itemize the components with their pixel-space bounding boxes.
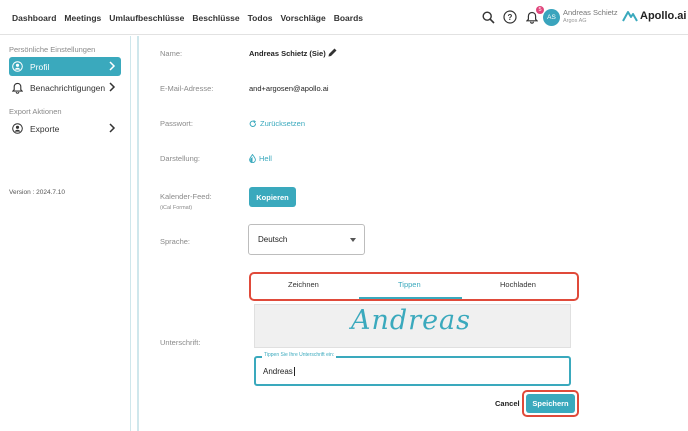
sidebar-item-label: Benachrichtigungen [30,82,106,93]
calendar-sublabel: (iCal Format) [160,205,193,211]
signature-preview: Andreas [254,304,571,348]
contrast-drop-icon [249,154,256,163]
tab-tippen[interactable]: Tippen [398,280,421,289]
calendar-label: Kalender-Feed: [160,192,212,201]
refresh-icon [249,119,256,127]
language-value: Deutsch [258,235,288,244]
signature-input-text-wrap: Andreas [263,367,295,377]
sidebar-item-exporte[interactable]: Exporte [9,119,121,138]
email-label: E-Mail-Adresse: [160,84,214,93]
nav-beschluesse[interactable]: Beschlüsse [192,13,239,23]
copy-calendar-button[interactable]: Kopieren [249,187,296,207]
avatar[interactable]: AS [543,9,560,26]
sidebar-item-label: Exporte [30,123,60,134]
theme-toggle[interactable]: Hell [249,154,272,163]
signature-input[interactable]: Tippen Sie Ihre Unterschrift ein: Andrea… [254,352,571,386]
search-icon[interactable] [482,11,495,24]
language-select[interactable]: Deutsch [248,224,365,255]
nav-umlaufbeschluesse[interactable]: Umlaufbeschlüsse [109,13,184,23]
pencil-icon[interactable] [327,47,338,58]
help-icon[interactable]: ? [503,10,517,24]
email-value: and+argosen@apollo.ai [249,84,329,93]
tab-zeichnen[interactable]: Zeichnen [288,280,319,289]
signature-input-value: Andreas [263,367,293,376]
signature-input-label: Tippen Sie Ihre Unterschrift ein: [262,352,337,358]
nav-todos[interactable]: Todos [248,13,273,23]
chevron-right-icon [109,61,116,71]
version-text: Version : 2024.7.10 [9,189,66,196]
nav-boards[interactable]: Boards [334,13,363,23]
user-circle-icon [12,123,23,134]
section-export-actions: Export Aktionen [9,107,62,116]
save-highlight: Speichern [522,390,579,417]
user-circle-icon [12,61,23,72]
section-personal-settings: Persönliche Einstellungen [9,45,96,54]
user-org: Argos AG [563,18,587,24]
active-tab-indicator [359,297,462,299]
password-label: Passwort: [160,119,193,128]
chevron-right-icon [109,123,116,133]
text-cursor [293,367,295,377]
notification-badge: 5 [536,6,544,14]
nav-dashboard[interactable]: Dashboard [12,13,56,23]
name-value: Andreas Schietz (Sie) [249,49,326,58]
language-label: Sprache: [160,237,191,246]
tab-hochladen[interactable]: Hochladen [500,280,536,289]
logo[interactable]: Apollo.ai [622,10,686,22]
signature-preview-text: Andreas [351,305,472,336]
nav-meetings[interactable]: Meetings [64,13,101,23]
name-label: Name: [160,49,183,58]
main-nav: Dashboard Meetings Umlaufbeschlüsse Besc… [12,0,363,35]
caret-down-icon [350,238,356,242]
signature-tabs: Zeichnen Tippen Hochladen [249,272,579,301]
nav-vorschlaege[interactable]: Vorschläge [281,13,326,23]
sidebar-item-label: Profil [30,61,50,72]
save-button[interactable]: Speichern [526,394,575,413]
settings-sidebar: Persönliche Einstellungen Profil Benachr… [0,36,131,431]
content-divider [137,36,139,431]
svg-text:?: ? [508,13,513,22]
bell-icon[interactable] [526,11,538,24]
reset-password-label: Zurücksetzen [260,119,306,128]
logo-text: Apollo.ai [640,10,687,22]
user-name[interactable]: Andreas Schietz [563,9,618,17]
signature-label: Unterschrift: [160,338,201,347]
sidebar-item-benachrichtigungen[interactable]: Benachrichtigungen [9,78,121,97]
sidebar-item-profil[interactable]: Profil [9,57,121,76]
theme-label: Darstellung: [160,154,201,163]
chevron-right-icon [109,82,116,92]
bell-icon [12,82,23,94]
top-bar: Dashboard Meetings Umlaufbeschlüsse Besc… [0,0,688,35]
cancel-button[interactable]: Cancel [495,399,520,408]
reset-password-link[interactable]: Zurücksetzen [249,119,305,128]
theme-value: Hell [259,154,272,163]
apollo-logo-icon [622,11,638,22]
